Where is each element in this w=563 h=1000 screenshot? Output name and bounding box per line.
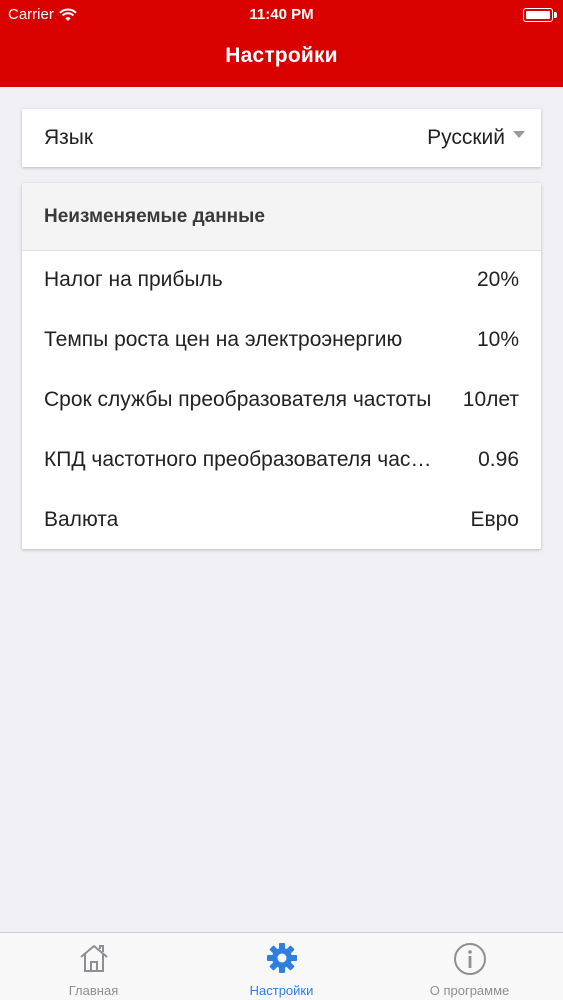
tab-settings[interactable]: Настройки bbox=[188, 933, 375, 1000]
tab-home[interactable]: Главная bbox=[0, 933, 187, 1000]
row-label: Валюта bbox=[44, 508, 119, 531]
tab-about[interactable]: О программе bbox=[376, 933, 563, 1000]
section-title: Неизменяемые данные bbox=[44, 206, 265, 227]
setting-row-energy-price-growth[interactable]: Темпы роста цен на электроэнергию 10% bbox=[22, 311, 541, 371]
row-value: 20% bbox=[476, 268, 519, 291]
row-value: 10% bbox=[476, 328, 519, 351]
tab-label: О программе bbox=[429, 983, 510, 998]
language-card: Язык Русский bbox=[22, 109, 541, 167]
row-value: 10лет bbox=[462, 388, 519, 411]
page-title: Настройки bbox=[225, 44, 338, 67]
setting-row-converter-efficiency[interactable]: КПД частотного преобразователя частоты 0… bbox=[22, 431, 541, 491]
tab-label: Главная bbox=[68, 983, 119, 998]
caret-down-icon bbox=[513, 130, 525, 138]
setting-row-converter-lifetime[interactable]: Срок службы преобразователя частоты 10ле… bbox=[22, 371, 541, 431]
info-icon bbox=[453, 943, 486, 975]
row-label: КПД частотного преобразователя частоты bbox=[44, 448, 439, 471]
row-value: Евро bbox=[470, 508, 519, 531]
language-select[interactable]: Русский bbox=[427, 126, 525, 150]
app-screen: Carrier 11:40 PM Настройки Язык Русский … bbox=[0, 0, 563, 1000]
status-bar: Carrier 11:40 PM bbox=[0, 0, 563, 30]
row-label: Налог на прибыль bbox=[44, 268, 223, 291]
tab-bar: Главная Настройки О программе bbox=[0, 932, 563, 1000]
row-label: Срок службы преобразователя частоты bbox=[44, 388, 432, 411]
setting-row-currency[interactable]: Валюта Евро bbox=[22, 491, 541, 549]
language-value: Русский bbox=[427, 126, 505, 149]
section-header: Неизменяемые данные bbox=[22, 183, 541, 251]
row-label: Темпы роста цен на электроэнергию bbox=[44, 328, 403, 351]
tab-label: Настройки bbox=[249, 983, 314, 998]
app-header: Carrier 11:40 PM Настройки bbox=[0, 0, 563, 87]
fixed-data-card: Неизменяемые данные Налог на прибыль 20%… bbox=[22, 183, 541, 549]
gear-icon bbox=[266, 943, 297, 973]
setting-row-profit-tax[interactable]: Налог на прибыль 20% bbox=[22, 251, 541, 311]
status-time: 11:40 PM bbox=[249, 6, 314, 23]
row-value: 0.96 bbox=[478, 448, 519, 471]
battery-icon bbox=[523, 8, 557, 22]
language-label: Язык bbox=[44, 126, 94, 149]
home-icon bbox=[79, 945, 108, 972]
